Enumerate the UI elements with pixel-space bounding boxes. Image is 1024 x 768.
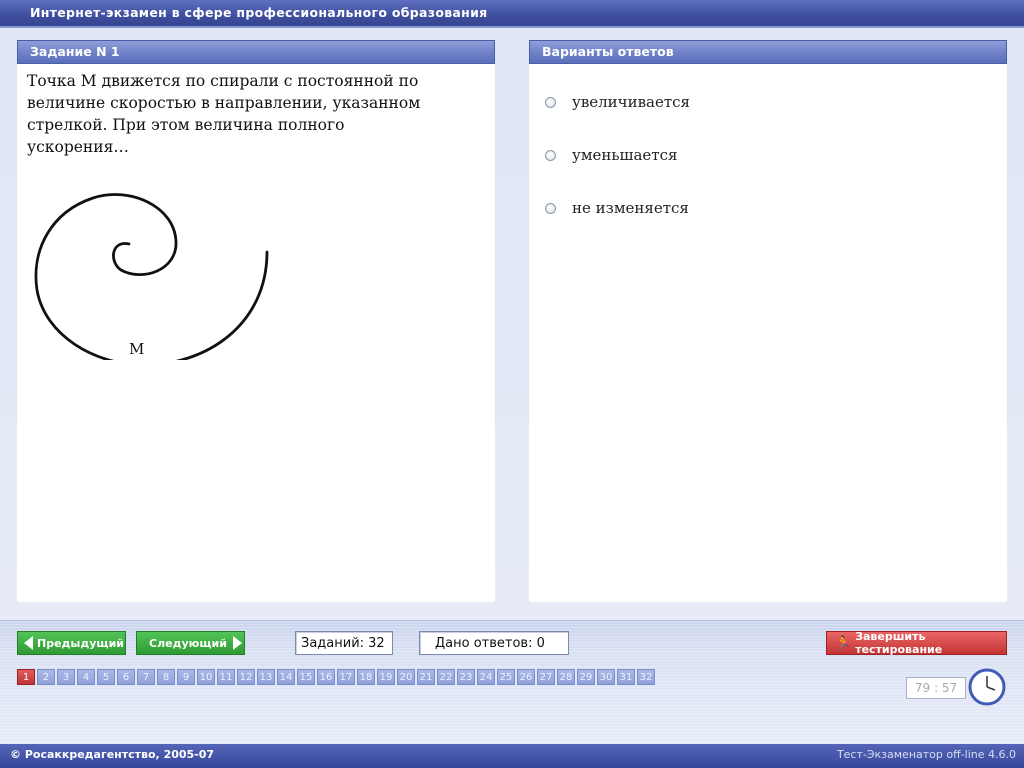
page-button-10[interactable]: 10 — [197, 669, 215, 685]
page-button-28[interactable]: 28 — [557, 669, 575, 685]
page-button-27[interactable]: 27 — [537, 669, 555, 685]
page-button-16[interactable]: 16 — [317, 669, 335, 685]
page-button-11[interactable]: 11 — [217, 669, 235, 685]
answer-label: не изменяется — [572, 199, 689, 217]
point-m-label: М — [129, 340, 144, 358]
page-button-12[interactable]: 12 — [237, 669, 255, 685]
page-button-3[interactable]: 3 — [57, 669, 75, 685]
page-button-22[interactable]: 22 — [437, 669, 455, 685]
page-button-9[interactable]: 9 — [177, 669, 195, 685]
finish-label: Завершить тестирование — [855, 630, 943, 656]
page-button-20[interactable]: 20 — [397, 669, 415, 685]
page-button-13[interactable]: 13 — [257, 669, 275, 685]
radio-button[interactable] — [545, 202, 556, 214]
next-label: Следующий — [149, 636, 227, 650]
page-button-29[interactable]: 29 — [577, 669, 595, 685]
copyright: © Росаккредагентство, 2005-07 — [10, 748, 215, 761]
tasks-count: Заданий: 32 — [295, 631, 393, 655]
answer-option-3[interactable]: не изменяется — [545, 197, 689, 219]
clock-icon — [968, 668, 1006, 706]
window-title: Интернет-экзамен в сфере профессионально… — [30, 5, 488, 20]
previous-button[interactable]: Предыдущий — [17, 631, 126, 655]
page-button-15[interactable]: 15 — [297, 669, 315, 685]
page-button-26[interactable]: 26 — [517, 669, 535, 685]
question-pager: 1 2 3 4 5 6 7 8 9 10 11 12 13 14 15 16 17 18 19 20 21 22 23 24 2… — [17, 669, 657, 685]
page-button-23[interactable]: 23 — [457, 669, 475, 685]
page-button-32[interactable]: 32 — [637, 669, 655, 685]
arrow-right-icon — [232, 636, 242, 650]
answer-option-1[interactable]: увеличивается — [545, 91, 690, 113]
previous-label: Предыдущий — [37, 636, 125, 650]
answers-header: Варианты ответов — [529, 40, 1007, 64]
page-button-7[interactable]: 7 — [137, 669, 155, 685]
page-button-14[interactable]: 14 — [277, 669, 295, 685]
answer-label: увеличивается — [572, 93, 691, 111]
task-panel: Задание N 1 Точка М движется по спирали … — [17, 40, 495, 602]
radio-button[interactable] — [545, 149, 556, 161]
spiral-figure: М — [34, 193, 269, 360]
page-button-25[interactable]: 25 — [497, 669, 515, 685]
page-button-6[interactable]: 6 — [117, 669, 135, 685]
arrow-left-icon — [24, 636, 33, 650]
timer-display: 79 : 57 — [906, 677, 966, 699]
app-version: Тест-Экзаменатор off-line 4.6.0 — [836, 748, 1016, 761]
title-bar: Интернет-экзамен в сфере профессионально… — [0, 0, 1024, 28]
spiral-path — [34, 193, 269, 360]
page-button-21[interactable]: 21 — [417, 669, 435, 685]
task-header: Задание N 1 — [17, 40, 495, 64]
page-button-19[interactable]: 19 — [377, 669, 395, 685]
running-man-icon: 🏃 — [835, 635, 852, 651]
answer-option-2[interactable]: уменьшается — [545, 144, 677, 166]
page-button-18[interactable]: 18 — [357, 669, 375, 685]
finish-test-button[interactable]: 🏃 Завершить тестирование — [826, 630, 1007, 656]
answers-panel: Варианты ответов увеличивается уменьшает… — [529, 40, 1007, 602]
page-button-24[interactable]: 24 — [477, 669, 495, 685]
page-button-17[interactable]: 17 — [337, 669, 355, 685]
page-button-4[interactable]: 4 — [77, 669, 95, 685]
page-button-30[interactable]: 30 — [597, 669, 615, 685]
footer: © Росаккредагентство, 2005-07 Тест-Экзам… — [0, 744, 1024, 768]
page-button-5[interactable]: 5 — [97, 669, 115, 685]
next-button[interactable]: Следующий — [136, 631, 245, 655]
page-button-2[interactable]: 2 — [37, 669, 55, 685]
page-button-31[interactable]: 31 — [617, 669, 635, 685]
page-button-1[interactable]: 1 — [17, 669, 35, 685]
answer-label: уменьшается — [572, 146, 678, 164]
page-button-8[interactable]: 8 — [157, 669, 175, 685]
radio-button[interactable] — [545, 96, 556, 108]
answers-given-count: Дано ответов: 0 — [419, 631, 569, 655]
